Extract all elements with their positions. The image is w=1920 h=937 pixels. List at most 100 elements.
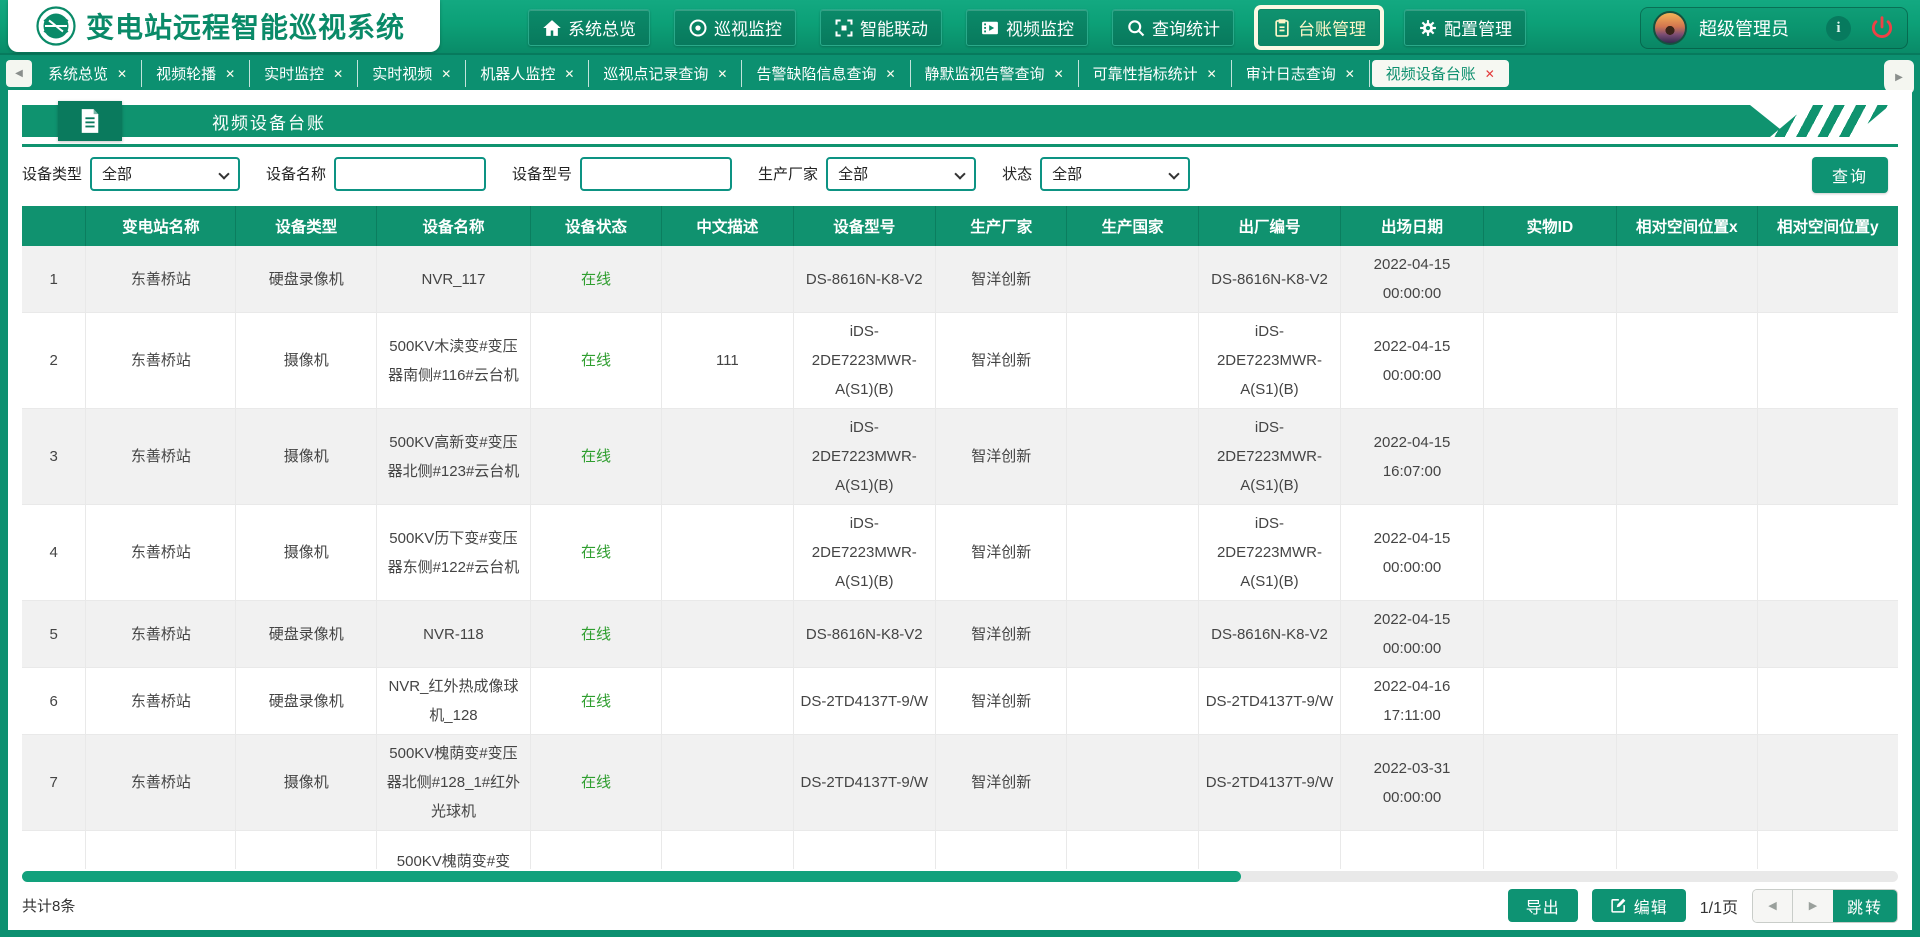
tab-视频设备台账[interactable]: 视频设备台账✕	[1372, 60, 1509, 87]
logo-area: 变电站远程智能巡视系统	[8, 0, 440, 52]
table-row[interactable]: 5东善桥站硬盘录像机NVR-118在线DS-8616N-K8-V2智洋创新DS-…	[22, 601, 1898, 668]
table-cell	[1067, 601, 1198, 668]
tab-close-icon[interactable]: ✕	[1207, 67, 1217, 81]
column-header: 设备状态	[530, 206, 661, 246]
device-type-label: 设备类型	[22, 163, 82, 184]
power-icon[interactable]	[1869, 15, 1895, 41]
table-cell	[1067, 505, 1198, 601]
nav-config-management[interactable]: 配置管理	[1404, 9, 1526, 46]
tab-可靠性指标统计[interactable]: 可靠性指标统计 ✕	[1079, 60, 1232, 87]
tab-视频轮播[interactable]: 视频轮播✕	[142, 60, 250, 87]
table-row[interactable]: 500KV槐荫变#变	[22, 831, 1898, 870]
table-cell: 东善桥站	[86, 668, 236, 735]
nav-label: 查询统计	[1152, 15, 1220, 40]
tab-巡视点记录查询[interactable]: 巡视点记录查询 ✕	[589, 60, 742, 87]
chevron-right-icon[interactable]: ▶	[1884, 60, 1914, 94]
tab-实时监控[interactable]: 实时监控✕	[250, 60, 358, 87]
horizontal-scrollbar[interactable]	[22, 871, 1898, 882]
table-row[interactable]: 4东善桥站摄像机500KV历下变#变压器东侧#122#云台机在线iDS-2DE7…	[22, 505, 1898, 601]
table-cell	[1483, 313, 1616, 409]
table-row[interactable]: 7东善桥站摄像机500KV槐荫变#变压器北侧#128_1#红外光球机在线DS-2…	[22, 735, 1898, 831]
table-cell	[1341, 831, 1484, 870]
device-model-input[interactable]	[580, 157, 732, 191]
tab-close-icon[interactable]: ✕	[564, 67, 574, 81]
table-cell: 智洋创新	[936, 409, 1067, 505]
decorative-stripes	[1770, 105, 1890, 137]
table-row[interactable]: 1东善桥站硬盘录像机NVR_117在线DS-8616N-K8-V2智洋创新DS-…	[22, 246, 1898, 313]
tab-close-icon[interactable]: ✕	[1485, 67, 1495, 81]
tab-label: 巡视点记录查询	[603, 63, 708, 84]
table-cell: 硬盘录像机	[236, 601, 377, 668]
tab-机器人监控[interactable]: 机器人监控✕	[466, 60, 589, 87]
tab-close-icon[interactable]: ✕	[885, 67, 895, 81]
tab-系统总览[interactable]: 系统总览✕	[34, 60, 142, 87]
table-cell: NVR_红外热成像球机_128	[377, 668, 531, 735]
table-cell	[1067, 735, 1198, 831]
video-icon	[980, 18, 1000, 38]
tab-close-icon[interactable]: ✕	[1345, 67, 1355, 81]
device-model-label: 设备型号	[512, 163, 572, 184]
chevron-down-icon	[218, 168, 229, 179]
nav-video-monitor[interactable]: 视频监控	[966, 9, 1088, 46]
chevron-left-icon[interactable]: ◀	[6, 60, 32, 87]
table-cell: iDS-2DE7223MWR-A(S1)(B)	[793, 409, 936, 505]
column-header: 生产厂家	[936, 206, 1067, 246]
table-cell: 500KV槐荫变#变	[377, 831, 531, 870]
table-cell: 东善桥站	[86, 313, 236, 409]
status-label: 状态	[1002, 163, 1032, 184]
table-cell: 500KV高新变#变压器北侧#123#云台机	[377, 409, 531, 505]
tab-close-icon[interactable]: ✕	[225, 67, 235, 81]
table-cell	[793, 831, 936, 870]
status-select[interactable]: 全部	[1040, 157, 1190, 191]
table-cell	[1757, 668, 1898, 735]
tab-审计日志查询[interactable]: 审计日志查询✕	[1232, 60, 1370, 87]
device-name-input[interactable]	[334, 157, 486, 191]
tab-告警缺陷信息查询[interactable]: 告警缺陷信息查询✕	[742, 60, 910, 87]
nav-label: 视频监控	[1006, 15, 1074, 40]
tab-close-icon[interactable]: ✕	[441, 67, 451, 81]
tab-静默监视告警查询[interactable]: 静默监视告警查询✕	[911, 60, 1079, 87]
table-cell: iDS-2DE7223MWR-A(S1)(B)	[793, 313, 936, 409]
table-cell	[662, 668, 793, 735]
table-cell	[1483, 668, 1616, 735]
nav-system-overview[interactable]: 系统总览	[528, 9, 650, 46]
table-cell: 摄像机	[236, 409, 377, 505]
page-indicator: 1/1页	[1700, 894, 1738, 918]
tab-实时视频[interactable]: 实时视频✕	[358, 60, 466, 87]
table-cell: 东善桥站	[86, 505, 236, 601]
arrow-right-icon[interactable]: ▶	[1793, 890, 1833, 922]
tab-close-icon[interactable]: ✕	[1054, 67, 1064, 81]
column-header: 设备类型	[236, 206, 377, 246]
device-type-select[interactable]: 全部	[90, 157, 240, 191]
avatar[interactable]	[1653, 11, 1687, 45]
table-row[interactable]: 6东善桥站硬盘录像机NVR_红外热成像球机_128在线DS-2TD4137T-9…	[22, 668, 1898, 735]
nav-query-statistics[interactable]: 查询统计	[1112, 9, 1234, 46]
jump-button[interactable]: 跳转	[1833, 890, 1897, 922]
table-cell: 2022-04-15 00:00:00	[1341, 601, 1484, 668]
table-cell	[662, 601, 793, 668]
table-body: 1东善桥站硬盘录像机NVR_117在线DS-8616N-K8-V2智洋创新DS-…	[22, 246, 1898, 869]
tab-bar: ◀ 系统总览✕视频轮播✕实时监控✕实时视频✕机器人监控✕巡视点记录查询✕告警缺陷…	[0, 57, 1920, 90]
tab-close-icon[interactable]: ✕	[333, 67, 343, 81]
table-cell: 硬盘录像机	[236, 246, 377, 313]
arrow-left-icon[interactable]: ◀	[1753, 890, 1793, 922]
table-cell: 2022-04-16 17:11:00	[1341, 668, 1484, 735]
table-row[interactable]: 2东善桥站摄像机500KV木渎变#变压器南侧#116#云台机在线111iDS-2…	[22, 313, 1898, 409]
tab-close-icon[interactable]: ✕	[717, 67, 727, 81]
scrollbar-thumb[interactable]	[22, 871, 1241, 882]
edit-button[interactable]: 编辑	[1592, 889, 1686, 922]
table-cell: 智洋创新	[936, 246, 1067, 313]
pager: ◀ ▶ 跳转	[1752, 889, 1898, 923]
table-row[interactable]: 3东善桥站摄像机500KV高新变#变压器北侧#123#云台机在线iDS-2DE7…	[22, 409, 1898, 505]
tab-label: 可靠性指标统计	[1093, 63, 1198, 84]
table-cell	[1483, 735, 1616, 831]
nav-inspection-monitor[interactable]: 巡视监控	[674, 9, 796, 46]
manufacturer-select[interactable]: 全部	[826, 157, 976, 191]
export-button[interactable]: 导出	[1508, 889, 1578, 922]
nav-ledger-management[interactable]: 台账管理	[1258, 9, 1380, 46]
nav-smart-linkage[interactable]: 智能联动	[820, 9, 942, 46]
nav-label: 系统总览	[568, 15, 636, 40]
tab-close-icon[interactable]: ✕	[117, 67, 127, 81]
search-button[interactable]: 查询	[1812, 157, 1888, 193]
info-icon[interactable]: i	[1826, 16, 1851, 41]
